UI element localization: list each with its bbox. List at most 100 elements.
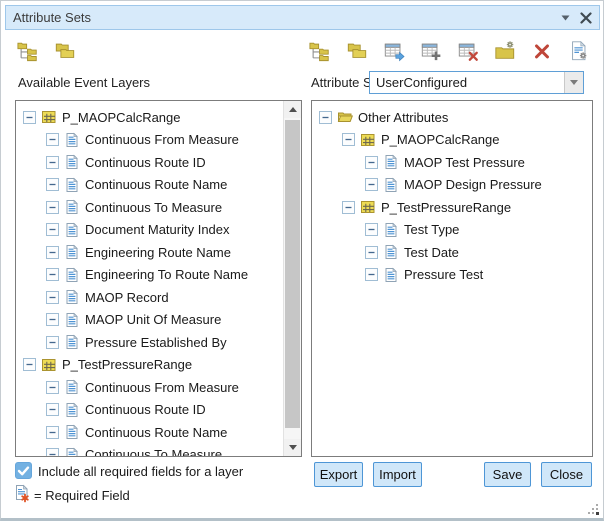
table-yellow-icon <box>360 132 376 148</box>
collapse-toggle-icon[interactable] <box>23 111 36 124</box>
collapse-toggle-icon[interactable] <box>365 223 378 236</box>
tree-item-test-type[interactable]: Test Type <box>313 219 591 242</box>
scroll-down-icon[interactable] <box>284 439 301 456</box>
folders-open-icon[interactable] <box>53 39 76 62</box>
save-button[interactable]: Save <box>484 462 531 487</box>
tree-item-engineering-to-route-name[interactable]: Engineering To Route Name <box>17 264 283 287</box>
folder-hierarchy-icon[interactable] <box>16 39 39 62</box>
tree-item-pressure-established-by[interactable]: Pressure Established By <box>17 331 283 354</box>
collapse-toggle-icon[interactable] <box>365 268 378 281</box>
tree-item-continuous-from-measure[interactable]: Continuous From Measure <box>17 376 283 399</box>
collapse-toggle-icon[interactable] <box>46 133 59 146</box>
tree-item-p-testpressurerange[interactable]: P_TestPressureRange <box>313 196 591 219</box>
tree-item-document-maturity-index[interactable]: Document Maturity Index <box>17 219 283 242</box>
tree-item-maop-unit-of-measure[interactable]: MAOP Unit Of Measure <box>17 309 283 332</box>
document-gear-icon[interactable] <box>567 39 590 62</box>
doc-icon <box>64 379 80 395</box>
vertical-scrollbar[interactable] <box>283 101 301 456</box>
scrollbar-thumb[interactable] <box>285 120 300 428</box>
attribute-set-combobox[interactable]: UserConfigured <box>369 71 584 94</box>
folders-open-icon[interactable] <box>345 39 368 62</box>
doc-icon <box>64 154 80 170</box>
doc-icon <box>64 267 80 283</box>
title-bar: Attribute Sets <box>5 5 600 30</box>
tree-item-continuous-from-measure[interactable]: Continuous From Measure <box>17 129 283 152</box>
collapse-toggle-icon[interactable] <box>46 156 59 169</box>
available-layers-panel: P_MAOPCalcRange Continuous From Measure Co… <box>15 100 302 457</box>
tree-item-label: Continuous From Measure <box>85 132 239 147</box>
collapse-toggle-icon[interactable] <box>46 426 59 439</box>
tree-item-engineering-route-name[interactable]: Engineering Route Name <box>17 241 283 264</box>
doc-icon <box>64 447 80 456</box>
collapse-toggle-icon[interactable] <box>46 223 59 236</box>
tree-item-p-maopcalcrange[interactable]: P_MAOPCalcRange <box>313 129 591 152</box>
tree-item-label: Continuous From Measure <box>85 380 239 395</box>
collapse-toggle-icon[interactable] <box>46 403 59 416</box>
resize-grip[interactable] <box>586 502 600 516</box>
tree-item-maop-design-pressure[interactable]: MAOP Design Pressure <box>313 174 591 197</box>
import-button[interactable]: Import <box>373 462 422 487</box>
tree-item-label: P_TestPressureRange <box>62 357 192 372</box>
tree-item-p-testpressurerange[interactable]: P_TestPressureRange <box>17 354 283 377</box>
close-icon[interactable] <box>580 12 592 24</box>
table-add-icon[interactable] <box>419 39 442 62</box>
tree-item-continuous-route-name[interactable]: Continuous Route Name <box>17 174 283 197</box>
collapse-toggle-icon[interactable] <box>46 381 59 394</box>
tree-item-continuous-to-measure[interactable]: Continuous To Measure <box>17 196 283 219</box>
collapse-toggle-icon[interactable] <box>46 246 59 259</box>
doc-icon <box>64 199 80 215</box>
collapse-toggle-icon[interactable] <box>23 358 36 371</box>
delete-x-icon[interactable] <box>530 39 553 62</box>
doc-icon <box>64 334 80 350</box>
close-button[interactable]: Close <box>541 462 592 487</box>
tree-item-pressure-test[interactable]: Pressure Test <box>313 264 591 287</box>
collapse-toggle-icon[interactable] <box>365 156 378 169</box>
tree-item-label: Continuous Route ID <box>85 402 206 417</box>
table-yellow-icon <box>41 109 57 125</box>
tree-item-continuous-to-measure[interactable]: Continuous To Measure <box>17 444 283 457</box>
attribute-set-tree: Other AttributesP_MAOPCalcRange MAOP Test… <box>313 106 591 456</box>
required-field-icon <box>14 484 30 503</box>
doc-icon <box>383 222 399 238</box>
collapse-toggle-icon[interactable] <box>46 201 59 214</box>
tree-item-continuous-route-name[interactable]: Continuous Route Name <box>17 421 283 444</box>
combobox-dropdown-icon[interactable] <box>564 72 583 93</box>
tree-item-p-maopcalcrange[interactable]: P_MAOPCalcRange <box>17 106 283 129</box>
table-yellow-icon <box>360 199 376 215</box>
window-title: Attribute Sets <box>13 10 561 25</box>
include-required-fields-checkbox[interactable] <box>15 462 32 479</box>
required-field-legend-label: = Required Field <box>34 488 130 503</box>
scroll-up-icon[interactable] <box>284 101 301 118</box>
collapse-toggle-icon[interactable] <box>342 201 355 214</box>
table-export-icon[interactable] <box>382 39 405 62</box>
collapse-toggle-icon[interactable] <box>46 336 59 349</box>
folder-hierarchy-icon[interactable] <box>308 39 331 62</box>
include-required-fields-label: Include all required fields for a layer <box>38 464 243 479</box>
tree-item-continuous-route-id[interactable]: Continuous Route ID <box>17 151 283 174</box>
doc-icon <box>64 177 80 193</box>
tree-item-maop-test-pressure[interactable]: MAOP Test Pressure <box>313 151 591 174</box>
collapse-toggle-icon[interactable] <box>46 291 59 304</box>
table-yellow-icon <box>41 357 57 373</box>
table-remove-icon[interactable] <box>456 39 479 62</box>
collapse-toggle-icon[interactable] <box>46 178 59 191</box>
tree-item-continuous-route-id[interactable]: Continuous Route ID <box>17 399 283 422</box>
right-toolbar <box>308 39 590 62</box>
collapse-toggle-icon[interactable] <box>319 111 332 124</box>
collapse-toggle-icon[interactable] <box>365 246 378 259</box>
collapse-toggle-icon[interactable] <box>46 313 59 326</box>
collapse-toggle-icon[interactable] <box>46 268 59 281</box>
collapse-toggle-icon[interactable] <box>46 448 59 456</box>
collapse-toggle-icon[interactable] <box>365 178 378 191</box>
tree-item-label: MAOP Test Pressure <box>404 155 525 170</box>
tree-item-label: MAOP Unit Of Measure <box>85 312 221 327</box>
tree-item-label: Document Maturity Index <box>85 222 230 237</box>
dropdown-menu-icon[interactable] <box>561 15 570 21</box>
collapse-toggle-icon[interactable] <box>342 133 355 146</box>
tree-item-maop-record[interactable]: MAOP Record <box>17 286 283 309</box>
export-button[interactable]: Export <box>314 462 363 487</box>
tree-item-test-date[interactable]: Test Date <box>313 241 591 264</box>
attribute-set-panel: Other AttributesP_MAOPCalcRange MAOP Test… <box>311 100 593 457</box>
tree-item-other-attributes[interactable]: Other Attributes <box>313 106 591 129</box>
folder-gear-icon[interactable] <box>493 39 516 62</box>
